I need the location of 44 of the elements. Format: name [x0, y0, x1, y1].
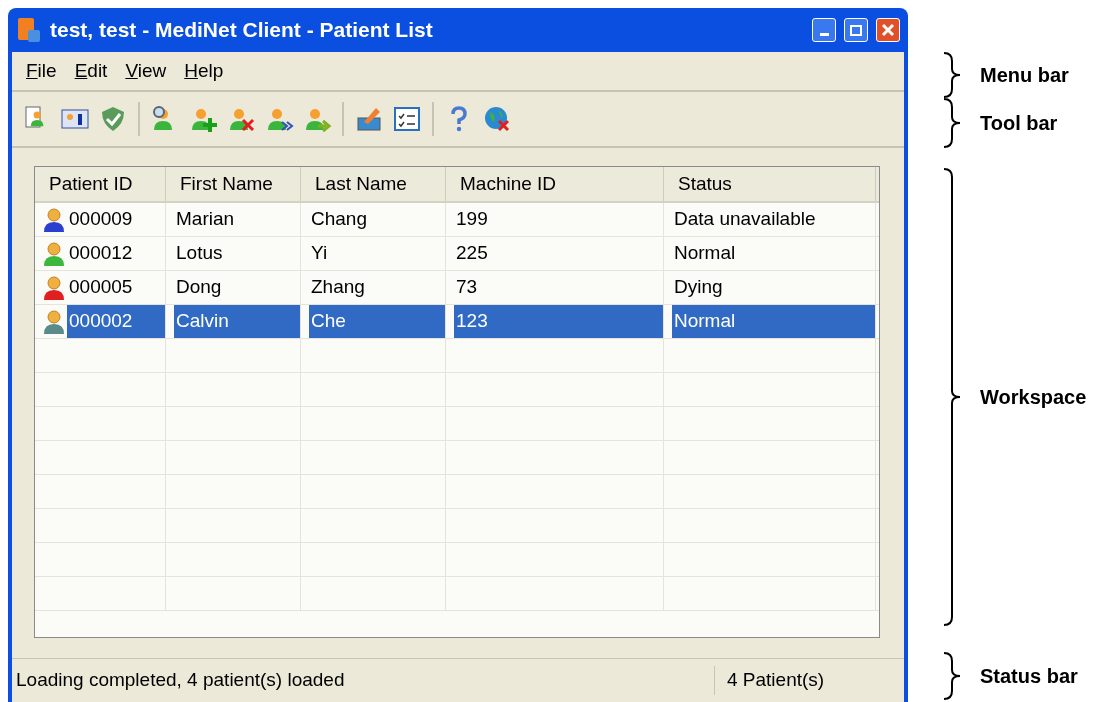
close-icon [881, 23, 895, 37]
menu-item[interactable]: File [20, 56, 63, 86]
table-row[interactable]: 000012 Lotus Yi 225 Normal [35, 237, 879, 271]
column-header[interactable]: Patient ID [35, 167, 166, 201]
menu-item[interactable]: Edit [68, 56, 114, 86]
column-header[interactable]: Machine ID [446, 167, 664, 201]
table-cell-text: Data unavailable [673, 207, 817, 232]
table-row[interactable]: 000002 Calvin Che 123 Normal [35, 305, 879, 339]
table-cell-text: Marian [175, 207, 236, 232]
status-message: Loading completed, 4 patient(s) loaded [15, 668, 346, 693]
minimize-button[interactable] [812, 18, 836, 42]
table-cell-text: Zhang [310, 275, 366, 300]
table-cell: Calvin [174, 305, 300, 338]
column-header[interactable]: Last Name [301, 167, 446, 201]
table-row[interactable]: 000009 Marian Chang 199 Data unavailable [35, 203, 879, 237]
annotation-label: Status bar [980, 664, 1078, 689]
table-cell: Che [309, 305, 445, 338]
table-cell: 000002 [67, 305, 165, 338]
patient-count: 4 Patient(s) [714, 666, 904, 695]
table-cell-text: Yi [310, 241, 329, 266]
column-header[interactable]: First Name [166, 167, 301, 201]
table-cell-text: 000009 [68, 207, 134, 232]
table-cell-text: Chang [310, 207, 368, 232]
book-app-icon [16, 16, 42, 44]
table-cell-text: 199 [455, 207, 489, 232]
table-cell-text: 000005 [68, 275, 134, 300]
window-title: test, test - MediNet Client - Patient List [50, 17, 434, 44]
menu-item[interactable]: Help [178, 56, 230, 86]
table-cell-text: 73 [455, 275, 479, 300]
table-cell-text: Dong [175, 275, 223, 300]
close-button[interactable] [876, 18, 900, 42]
table-cell-text: 000012 [68, 241, 134, 266]
column-header[interactable]: Status [664, 167, 876, 201]
maximize-button[interactable] [844, 18, 868, 42]
annotation-label: Workspace [980, 385, 1087, 410]
annotation-label: Tool bar [980, 111, 1058, 136]
table-cell: Normal [672, 305, 875, 338]
table-cell-text: Normal [673, 241, 737, 266]
table-cell: 123 [454, 305, 663, 338]
table-cell-text: Lotus [175, 241, 224, 266]
table-cell-text: 225 [455, 241, 489, 266]
menu-item[interactable]: View [119, 56, 173, 86]
table-cell-text: Dying [673, 275, 724, 300]
annotation-label: Menu bar [980, 63, 1069, 88]
